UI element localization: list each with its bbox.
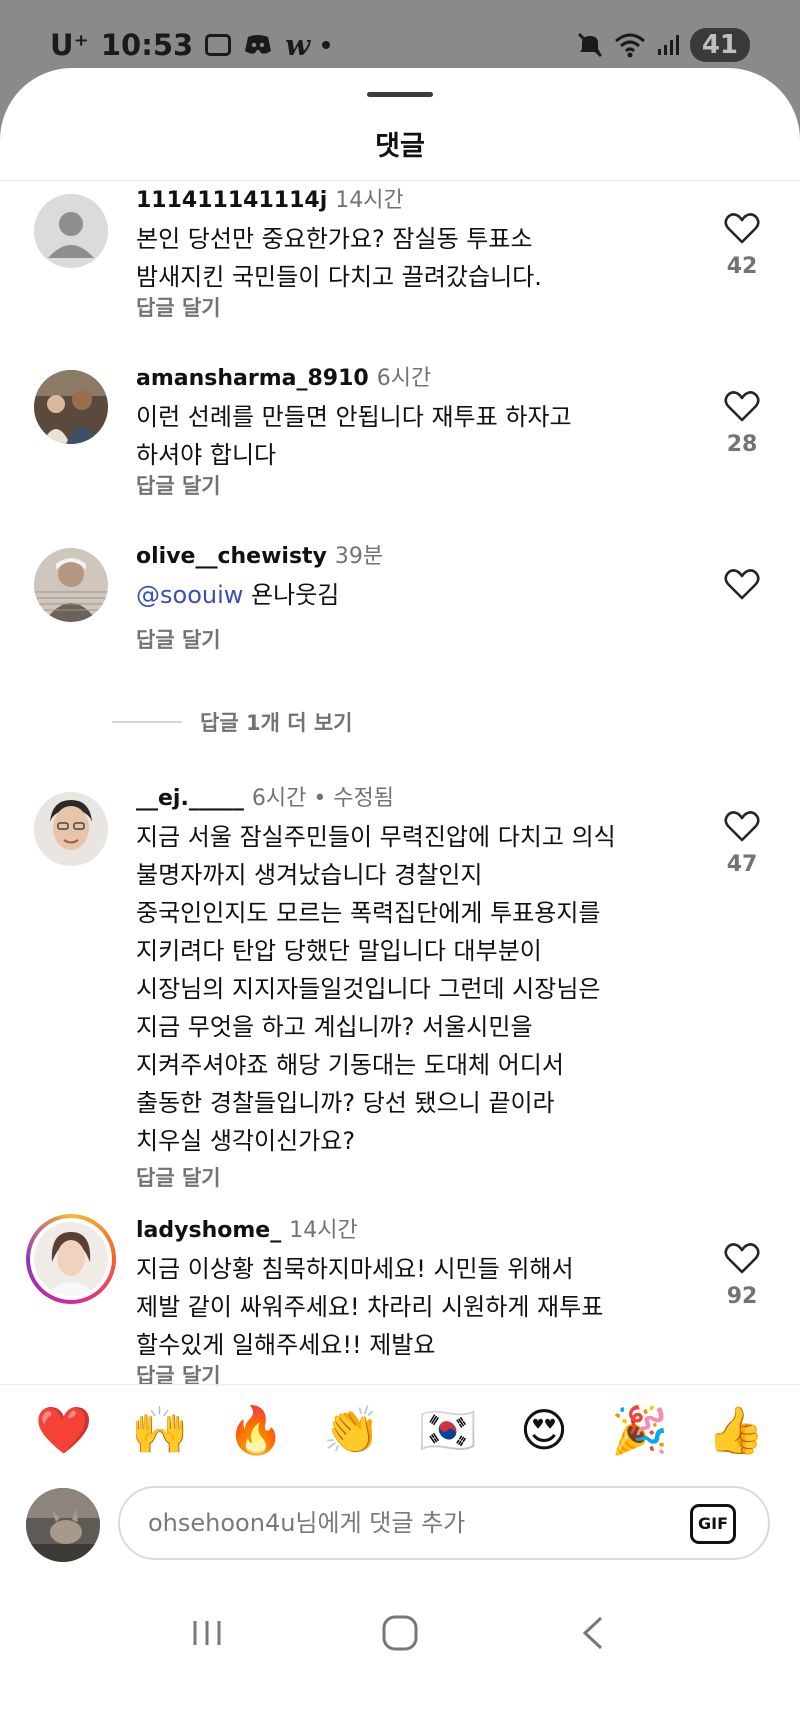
my-avatar bbox=[26, 1488, 100, 1562]
comment-meta: 111411141114j 14시간 bbox=[136, 182, 404, 214]
reply-button[interactable]: 답글 달기 bbox=[136, 470, 221, 500]
heart-icon bbox=[724, 811, 760, 842]
comment-text: 이런 선례를 만들면 안됩니다 재투표 하자고 하셔야 합니다 bbox=[136, 403, 572, 469]
avatar-default-icon[interactable] bbox=[34, 194, 108, 268]
comment-time: 39분 bbox=[334, 544, 384, 569]
avatar-photo-icon[interactable] bbox=[34, 792, 108, 866]
comment-meta: amansharma_8910 6시간 bbox=[136, 360, 431, 392]
comment-text: 지금 이상황 침묵하지마세요! 시민들 위해서 제발 같이 싸워주세요! 차라리… bbox=[136, 1255, 604, 1359]
more-replies-line bbox=[112, 721, 182, 723]
mute-icon bbox=[577, 32, 602, 58]
emoji-clap-button[interactable]: 👏 bbox=[320, 1400, 384, 1460]
system-nav-bar bbox=[0, 1600, 800, 1666]
reply-button[interactable]: 답글 달기 bbox=[136, 292, 221, 322]
like-button[interactable]: 92 bbox=[720, 1242, 764, 1309]
like-count: 42 bbox=[726, 254, 758, 279]
comment-text: 지금 서울 잠실주민들이 무력진압에 다치고 의식 불명자까지 생겨났습니다 경… bbox=[136, 823, 616, 1155]
wifi-icon bbox=[614, 33, 645, 58]
screenshot-icon bbox=[205, 34, 232, 56]
heart-icon bbox=[724, 569, 760, 600]
sheet-grab-handle[interactable] bbox=[367, 92, 433, 97]
comment-input[interactable] bbox=[118, 1486, 770, 1560]
story-avatar-ring[interactable] bbox=[26, 1214, 116, 1304]
status-right: 41 bbox=[576, 28, 750, 62]
like-button[interactable]: 47 bbox=[720, 810, 764, 877]
comment-time: 6시간 bbox=[251, 786, 307, 811]
home-icon bbox=[382, 1615, 418, 1651]
sheet-divider bbox=[0, 180, 800, 181]
emoji-reaction-bar: ❤️ 🙌 🔥 👏 🇰🇷 😍 🎉 👍 bbox=[0, 1384, 800, 1474]
back-button[interactable] bbox=[563, 1603, 623, 1663]
battery-badge: 41 bbox=[689, 28, 750, 62]
like-button[interactable]: 42 bbox=[720, 212, 764, 279]
back-icon bbox=[583, 1616, 603, 1650]
mention-link[interactable]: @soouiw bbox=[136, 581, 243, 609]
comment-time: 6시간 bbox=[376, 366, 432, 391]
emoji-party-popper-button[interactable]: 🎉 bbox=[608, 1400, 672, 1460]
comment-list[interactable]: 111411141114j 14시간 본인 당선만 중요한가요? 잠실동 투표소 … bbox=[0, 182, 800, 1472]
carrier-label: U⁺ bbox=[50, 28, 89, 62]
avatar-photo-icon[interactable] bbox=[34, 548, 108, 622]
reply-button[interactable]: 답글 달기 bbox=[136, 1162, 221, 1192]
recent-apps-icon bbox=[193, 1621, 221, 1645]
comment-meta: olive__chewisty 39분 bbox=[136, 538, 383, 570]
comment-time: 14시간 bbox=[289, 1218, 358, 1243]
comment-input-row: GIF bbox=[0, 1480, 800, 1570]
view-more-replies[interactable]: 답글 1개 더 보기 bbox=[112, 702, 612, 742]
app-w-icon: w bbox=[285, 28, 311, 62]
comment-username[interactable]: amansharma_8910 bbox=[136, 366, 369, 391]
comment-text-content: 욘나웃김 bbox=[251, 581, 340, 609]
like-button[interactable] bbox=[720, 568, 764, 600]
comment-username[interactable]: __ej._____ bbox=[136, 786, 244, 811]
heart-icon bbox=[724, 1243, 760, 1274]
status-time: 10:53 bbox=[100, 28, 194, 62]
emoji-thumbs-up-button[interactable]: 👍 bbox=[704, 1400, 768, 1460]
avatar-photo-icon bbox=[34, 1222, 108, 1296]
gif-button[interactable]: GIF bbox=[690, 1504, 736, 1544]
heart-icon bbox=[724, 391, 760, 422]
comment-username[interactable]: 111411141114j bbox=[136, 188, 327, 213]
emoji-fire-button[interactable]: 🔥 bbox=[224, 1400, 288, 1460]
emoji-korea-flag-button[interactable]: 🇰🇷 bbox=[416, 1400, 480, 1460]
discord-icon bbox=[245, 35, 272, 54]
reply-button[interactable]: 답글 달기 bbox=[136, 624, 221, 654]
signal-icon bbox=[657, 35, 679, 55]
comment-username[interactable]: olive__chewisty bbox=[136, 544, 327, 569]
like-count: 28 bbox=[726, 432, 758, 457]
notification-dot-icon bbox=[322, 41, 331, 49]
like-button[interactable]: 28 bbox=[720, 390, 764, 457]
comment-username[interactable]: ladyshome_ bbox=[136, 1218, 281, 1243]
like-count: 47 bbox=[726, 852, 758, 877]
status-left: U⁺ 10:53 w bbox=[50, 28, 331, 62]
emoji-heart-eyes-button[interactable]: 😍 bbox=[512, 1400, 576, 1460]
like-count: 92 bbox=[726, 1284, 758, 1309]
sheet-title: 댓글 bbox=[375, 131, 425, 162]
home-button[interactable] bbox=[370, 1603, 430, 1663]
more-replies-label: 답글 1개 더 보기 bbox=[200, 711, 353, 735]
edited-label: • 수정됨 bbox=[313, 786, 395, 811]
comment-time: 14시간 bbox=[335, 188, 404, 213]
avatar-photo-icon[interactable] bbox=[34, 370, 108, 444]
emoji-heart-button[interactable]: ❤️ bbox=[32, 1400, 96, 1460]
comment-meta: __ej._____ 6시간 • 수정됨 bbox=[136, 780, 394, 812]
emoji-raised-hands-button[interactable]: 🙌 bbox=[128, 1400, 192, 1460]
heart-icon bbox=[724, 213, 760, 244]
recent-apps-button[interactable] bbox=[177, 1603, 237, 1663]
comment-meta: ladyshome_ 14시간 bbox=[136, 1212, 358, 1244]
comment-text: 본인 당선만 중요한가요? 잠실동 투표소 밤새지킨 국민들이 다치고 끌려갔습… bbox=[136, 225, 542, 291]
comment-text: @soouiw 욘나웃김 bbox=[136, 576, 696, 614]
